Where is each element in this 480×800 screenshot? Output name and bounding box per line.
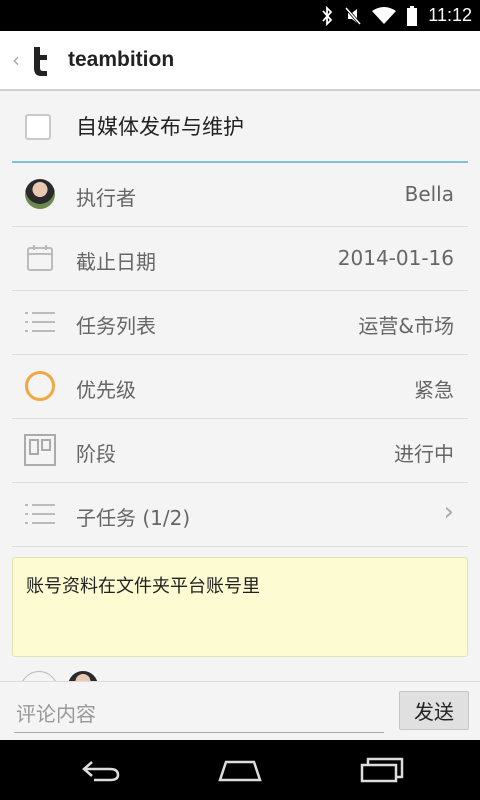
stage-label: 阶段 [76,442,116,466]
bluetooth-icon [320,5,334,26]
stage-board-icon [24,434,56,466]
due-date-label: 截止日期 [76,250,156,274]
calendar-icon [24,242,56,274]
due-date-value: 2014-01-16 [337,246,454,270]
chevron-right-icon: › [443,497,454,527]
priority-circle-icon [24,370,56,402]
stage-value: 进行中 [394,442,454,466]
task-detail: 自媒体发布与维护 执行者 Bella 截止日期 2014-01-16 任务列表 … [0,91,480,681]
action-bar: ‹ teambition [0,31,480,91]
subtask-list-icon [24,498,56,530]
task-list-row[interactable]: 任务列表 运营&市场 [12,291,468,355]
home-nav-icon[interactable] [210,754,270,786]
note-text: 账号资料在文件夹平台账号里 [26,576,260,597]
priority-row[interactable]: 优先级 紧急 [12,355,468,419]
recents-nav-icon[interactable] [352,754,412,786]
subtasks-row[interactable]: 子任务 (1/2) › [12,483,468,547]
activity-circle-icon [20,671,58,681]
assignee-label: 执行者 [76,186,136,210]
list-icon [24,306,56,338]
task-list-value: 运营&市场 [358,314,454,338]
app-title: teambition [68,48,175,71]
due-date-row[interactable]: 截止日期 2014-01-16 [12,227,468,291]
send-button[interactable]: 发送 [399,691,469,730]
comment-input[interactable] [14,692,384,733]
assignee-avatar [24,178,56,210]
assignee-value: Bella [404,182,454,206]
assignee-row[interactable]: 执行者 Bella [12,163,468,227]
battery-icon [406,5,418,26]
mute-icon [344,6,362,26]
task-title[interactable]: 自媒体发布与维护 [76,111,244,141]
comment-bar: 发送 [0,681,480,741]
wifi-icon [372,6,397,25]
priority-label: 优先级 [76,378,136,402]
system-nav-bar [0,740,480,800]
clock: 11:12 [428,5,472,25]
task-complete-checkbox[interactable] [25,114,51,140]
status-bar: 11:12 [0,0,480,31]
teambition-logo-icon[interactable] [24,43,58,77]
task-title-row: 自媒体发布与维护 [12,91,468,163]
stage-row[interactable]: 阶段 进行中 [12,419,468,483]
task-list-label: 任务列表 [76,314,156,338]
back-nav-icon[interactable] [70,754,130,786]
activity-avatar [68,671,98,681]
subtasks-label: 子任务 (1/2) [76,506,191,530]
priority-value: 紧急 [414,378,454,402]
task-note[interactable]: 账号资料在文件夹平台账号里 [12,557,468,657]
back-chevron-icon[interactable]: ‹ [2,48,20,72]
